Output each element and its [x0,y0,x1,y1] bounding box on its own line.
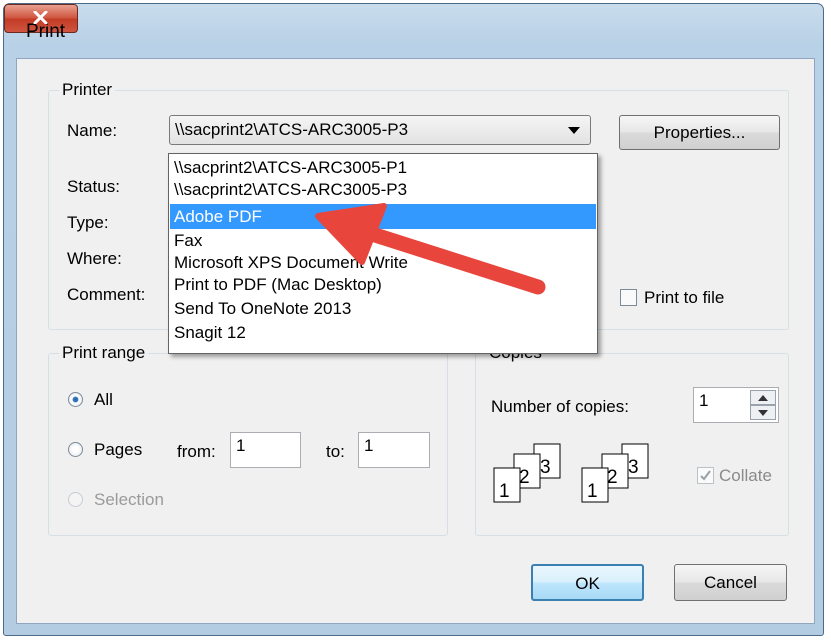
printer-name-combobox[interactable]: \\sacprint2\ATCS-ARC3005-P3 [169,115,591,145]
window-title: Print [26,21,66,42]
collate-page-2-b: 2 [607,467,618,488]
dropdown-arrow-icon [568,127,580,134]
radio-all-label: All [94,390,113,409]
collate-pages-icon: 1 2 3 1 2 3 [493,443,649,503]
to-label: to: [326,442,345,461]
from-label: from: [177,442,216,461]
spin-up-icon [758,395,768,401]
ok-button[interactable]: OK [531,564,644,601]
printer-option[interactable]: Snagit 12 [170,322,596,344]
print-range-legend: Print range [62,343,146,362]
comment-label: Comment: [67,285,146,304]
spin-down-icon [758,410,768,416]
arrow-annotation [315,203,546,295]
printer-option[interactable]: \\sacprint2\ATCS-ARC3005-P1 [170,157,596,179]
name-label: Name: [67,121,118,140]
close-icon [33,11,48,24]
properties-button[interactable]: Properties... [619,115,780,150]
printer-group-legend: Printer [62,80,113,99]
radio-pages-label: Pages [94,440,143,459]
print-to-file-label: Print to file [644,288,725,307]
collate-page-1-b: 1 [587,481,598,502]
radio-selection-label: Selection [94,490,164,509]
cancel-button[interactable]: Cancel [674,564,787,601]
collate-page-3-a: 3 [540,457,551,478]
collate-label: Collate [719,466,772,485]
selected-printer-text: \\sacprint2\ATCS-ARC3005-P3 [175,120,409,139]
number-of-copies-label: Number of copies: [491,397,629,416]
status-label: Status: [67,177,120,196]
from-page-input[interactable]: 1 [230,432,301,468]
radio-selection[interactable] [68,492,83,507]
type-label: Type: [67,213,109,232]
collate-page-2-a: 2 [519,467,530,488]
collate-checkbox[interactable] [697,467,714,484]
collate-page-1-a: 1 [499,481,510,502]
checkmark-icon [700,470,711,481]
where-label: Where: [67,249,122,268]
to-page-input[interactable]: 1 [358,432,430,468]
radio-pages[interactable] [68,442,83,457]
radio-all[interactable] [68,392,83,407]
collate-page-3-b: 3 [628,457,639,478]
print-to-file-checkbox[interactable] [620,289,637,306]
spin-up-button[interactable] [750,390,776,405]
spin-down-button[interactable] [750,405,776,420]
